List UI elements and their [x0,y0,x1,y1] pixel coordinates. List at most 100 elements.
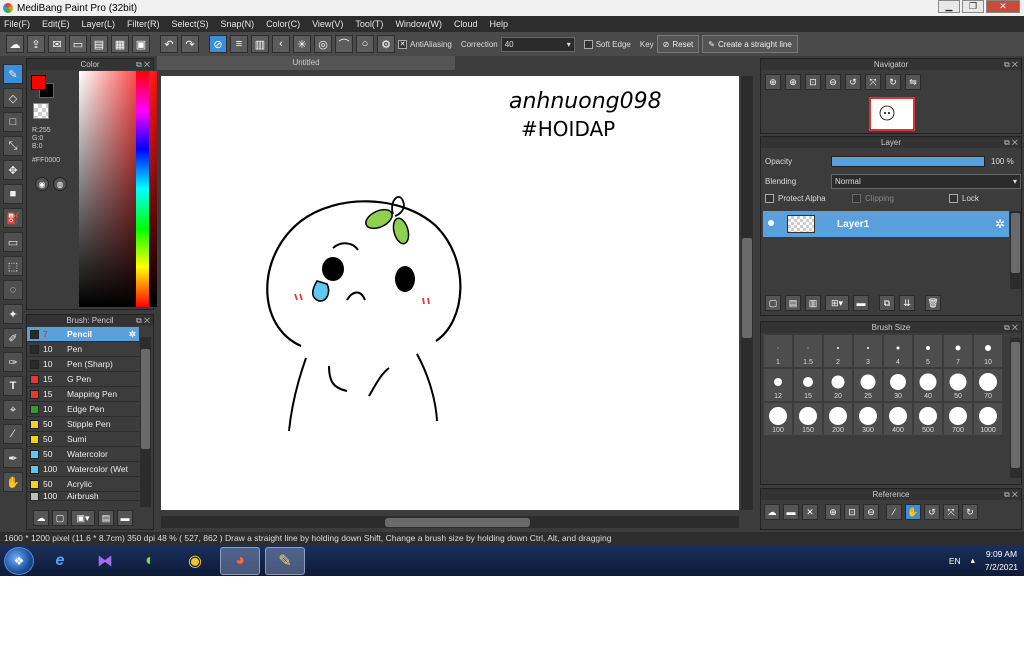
zoom-out-icon[interactable]: ⊖ [863,504,879,520]
menu-filter[interactable]: Filter(R) [127,19,160,29]
panel-controls-icon[interactable]: ⧉ ✕ [1004,137,1018,148]
dot-tool-icon[interactable]: □ [3,112,23,132]
brush-item-watercolor[interactable]: 50 Watercolor [27,447,139,462]
fit-icon[interactable]: ⊡ [844,504,860,520]
color-wheel-icon[interactable]: ◉ [35,177,49,191]
brush-tool-icon[interactable]: ✎ [3,64,23,84]
zoom-in-icon[interactable]: ⊕ [765,74,781,90]
correction-select[interactable]: 40 ▾ [500,36,575,52]
lasso-tool-icon[interactable]: ◌ [3,280,23,300]
flip-icon[interactable]: ⇋ [905,74,921,90]
gear-icon[interactable]: ✲ [995,217,1005,231]
new-brush-icon[interactable]: ▢ [52,510,68,526]
close-icon[interactable]: ✕ [986,0,1020,13]
new-layer-icon[interactable]: ▢ [765,295,781,311]
brush-item-pencil[interactable]: 7 Pencil ✲ [27,327,139,342]
select-pen-tool-icon[interactable]: ✐ [3,328,23,348]
menu-cloud[interactable]: Cloud [454,19,478,29]
merge-layer-icon[interactable]: ⇊ [899,295,915,311]
soft-edge-checkbox[interactable] [583,39,593,49]
brush-item-edge-pen[interactable]: 10 Edge Pen [27,402,139,417]
restore-icon[interactable]: ❐ [962,0,984,13]
layer-item[interactable]: Layer1 ✲ [763,211,1009,237]
fit-icon[interactable]: ⊡ [805,74,821,90]
eyedropper-tool-icon[interactable]: ⁄ [3,424,23,444]
radial-snap-icon[interactable]: ✳ [293,35,311,53]
brush-size-cell[interactable]: 1.5 [793,334,823,368]
brush-size-cell[interactable]: 4 [883,334,913,368]
chrome-icon[interactable]: ◉ [175,547,215,575]
brush-item-pen-sharp[interactable]: 10 Pen (Sharp) [27,357,139,372]
duplicate-layer-icon[interactable]: ⧉ [879,295,895,311]
hand-icon[interactable]: ✋ [905,504,921,520]
gear-icon[interactable]: ✲ [129,329,136,340]
menu-view[interactable]: View(V) [312,19,343,29]
visual-studio-icon[interactable]: ⧓ [85,547,125,575]
brush-size-cell[interactable]: 3 [853,334,883,368]
paint-taskbar-icon[interactable]: ✎ [265,546,305,575]
layer-scrollbar[interactable] [1010,211,1021,289]
add-layer-menu-icon[interactable]: ⊞▾ [825,295,849,311]
zoom-in-icon[interactable]: ⊕ [825,504,841,520]
panel-icon[interactable]: ▣ [132,35,150,53]
comment-icon[interactable]: ✉ [48,35,66,53]
brush-size-cell[interactable]: 300 [853,402,883,436]
menu-help[interactable]: Help [489,19,508,29]
brush-size-cell[interactable]: 25 [853,368,883,402]
document-icon[interactable]: ▤ [90,35,108,53]
panel-controls-icon[interactable]: ⧉ ✕ [1004,489,1018,500]
divide-tool-icon[interactable]: ⌖ [3,400,23,420]
canvas-vertical-scrollbar[interactable] [741,76,753,510]
vanishing-point-icon[interactable]: ‹ [272,35,290,53]
curve-snap-icon[interactable]: ⌒ [335,35,353,53]
rotate-left-icon[interactable]: ↺ [924,504,940,520]
brush-size-cell[interactable]: 500 [913,402,943,436]
transparent-color-swatch[interactable] [33,103,49,119]
brush-size-cell[interactable]: 700 [943,402,973,436]
layer-folder-icon[interactable]: ▬ [853,295,869,311]
material-icon[interactable]: ▦ [111,35,129,53]
menu-snap[interactable]: Snap(N) [221,19,255,29]
scrollbar-thumb[interactable] [385,518,530,527]
brush-size-cell[interactable]: 150 [793,402,823,436]
delete-layer-icon[interactable]: 🗑 [925,295,941,311]
brush-size-cell[interactable]: 100 [763,402,793,436]
blending-select[interactable]: Normal ▾ [831,174,1021,189]
cloud-brush-icon[interactable]: ☁ [33,510,49,526]
brush-size-cell[interactable]: 30 [883,368,913,402]
brush-size-cell[interactable]: 15 [793,368,823,402]
reset-button[interactable]: ⊘ Reset [656,35,700,53]
text-tool-icon[interactable]: T [3,376,23,396]
brush-item-mapping-pen[interactable]: 15 Mapping Pen [27,387,139,402]
brush-size-scrollbar[interactable] [1010,338,1021,478]
opacity-slider[interactable] [831,156,985,167]
close-icon[interactable]: ✕ [802,504,818,520]
reset-view-icon[interactable]: ⤧ [865,74,881,90]
brush-size-cell[interactable]: 2 [823,334,853,368]
cross-snap-icon[interactable]: ▥ [251,35,269,53]
new-8bit-layer-icon[interactable]: ▤ [785,295,801,311]
tab-untitled[interactable]: Untitled [157,56,455,70]
stroke-tool-icon[interactable]: ⤡ [3,136,23,156]
move-tool-icon[interactable]: ✥ [3,160,23,180]
add-brush-menu-icon[interactable]: ▣▾ [71,510,95,526]
brush-size-cell[interactable]: 50 [943,368,973,402]
cloud-icon[interactable]: ☁ [6,35,24,53]
circle-snap-icon[interactable]: ○ [356,35,374,53]
rotate-left-icon[interactable]: ↺ [845,74,861,90]
medibang-taskbar-icon[interactable]: ◕ [220,546,260,575]
antialiasing-toggle[interactable]: ✕ AntiAliasing [398,39,452,49]
brush-item-watercolor-wet[interactable]: 100 Watercolor (Wet [27,462,139,477]
reset-view-icon[interactable]: ⤧ [943,504,959,520]
menu-color[interactable]: Color(C) [266,19,300,29]
scrollbar-thumb[interactable] [1011,213,1020,273]
canvas-horizontal-scrollbar[interactable] [161,516,739,528]
magic-wand-tool-icon[interactable]: ✦ [3,304,23,324]
menu-select[interactable]: Select(S) [172,19,209,29]
panel-controls-icon[interactable]: ⧉ ✕ [1004,322,1018,333]
menu-edit[interactable]: Edit(E) [42,19,70,29]
color-swatches[interactable] [31,75,54,98]
select-rect-tool-icon[interactable]: ⬚ [3,256,23,276]
chat-icon[interactable]: ▭ [69,35,87,53]
eyedropper-icon[interactable]: ⁄ [886,504,902,520]
